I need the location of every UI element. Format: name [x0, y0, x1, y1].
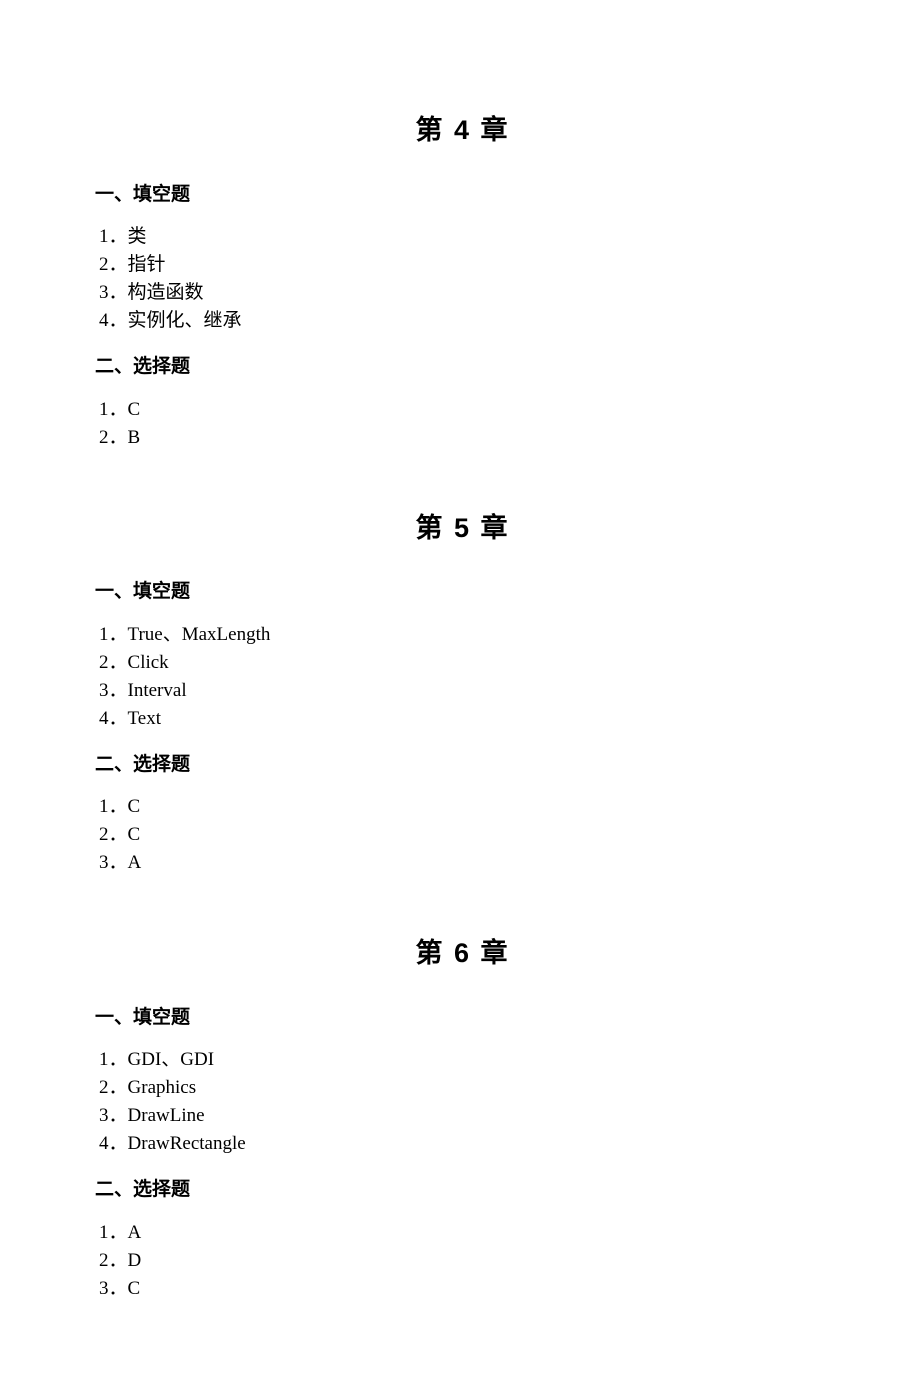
spacer [95, 466, 830, 498]
answer-item: 1．C [99, 793, 830, 821]
answer-item: 3．DrawLine [99, 1102, 830, 1130]
answer-list: 1．A 2．D 3．C [95, 1219, 830, 1303]
answer-item: 4．DrawRectangle [99, 1130, 830, 1158]
answer-item: 2．C [99, 821, 830, 849]
section-heading: 二、选择题 [95, 1176, 830, 1205]
answer-list: 1．C 2．B [95, 396, 830, 452]
answer-list: 1．类 2．指针 3．构造函数 4．实例化、继承 [95, 223, 830, 335]
answer-item: 2．B [99, 424, 830, 452]
chapter-title: 第 6 章 [95, 933, 830, 974]
section-heading: 一、填空题 [95, 1004, 830, 1033]
chapter-title: 第 4 章 [95, 110, 830, 151]
answer-item: 1．C [99, 396, 830, 424]
section-heading: 一、填空题 [95, 181, 830, 210]
section-heading: 二、选择题 [95, 751, 830, 780]
answer-list: 1．C 2．C 3．A [95, 793, 830, 877]
answer-item: 4．实例化、继承 [99, 307, 830, 335]
chapter-title: 第 5 章 [95, 508, 830, 549]
answer-item: 3．构造函数 [99, 279, 830, 307]
answer-item: 2．Click [99, 649, 830, 677]
answer-list: 1．True、MaxLength 2．Click 3．Interval 4．Te… [95, 621, 830, 733]
section-heading: 一、填空题 [95, 578, 830, 607]
answer-item: 2．D [99, 1247, 830, 1275]
answer-item: 1．GDI、GDI [99, 1046, 830, 1074]
answer-item: 1．A [99, 1219, 830, 1247]
answer-item: 3．C [99, 1275, 830, 1303]
answer-item: 4．Text [99, 705, 830, 733]
answer-item: 1．类 [99, 223, 830, 251]
answer-list: 1．GDI、GDI 2．Graphics 3．DrawLine 4．DrawRe… [95, 1046, 830, 1158]
spacer [95, 891, 830, 923]
answer-item: 3．A [99, 849, 830, 877]
section-heading: 二、选择题 [95, 353, 830, 382]
document-page: 第 4 章 一、填空题 1．类 2．指针 3．构造函数 4．实例化、继承 二、选… [0, 0, 920, 1397]
answer-item: 2．Graphics [99, 1074, 830, 1102]
answer-item: 1．True、MaxLength [99, 621, 830, 649]
answer-item: 2．指针 [99, 251, 830, 279]
answer-item: 3．Interval [99, 677, 830, 705]
